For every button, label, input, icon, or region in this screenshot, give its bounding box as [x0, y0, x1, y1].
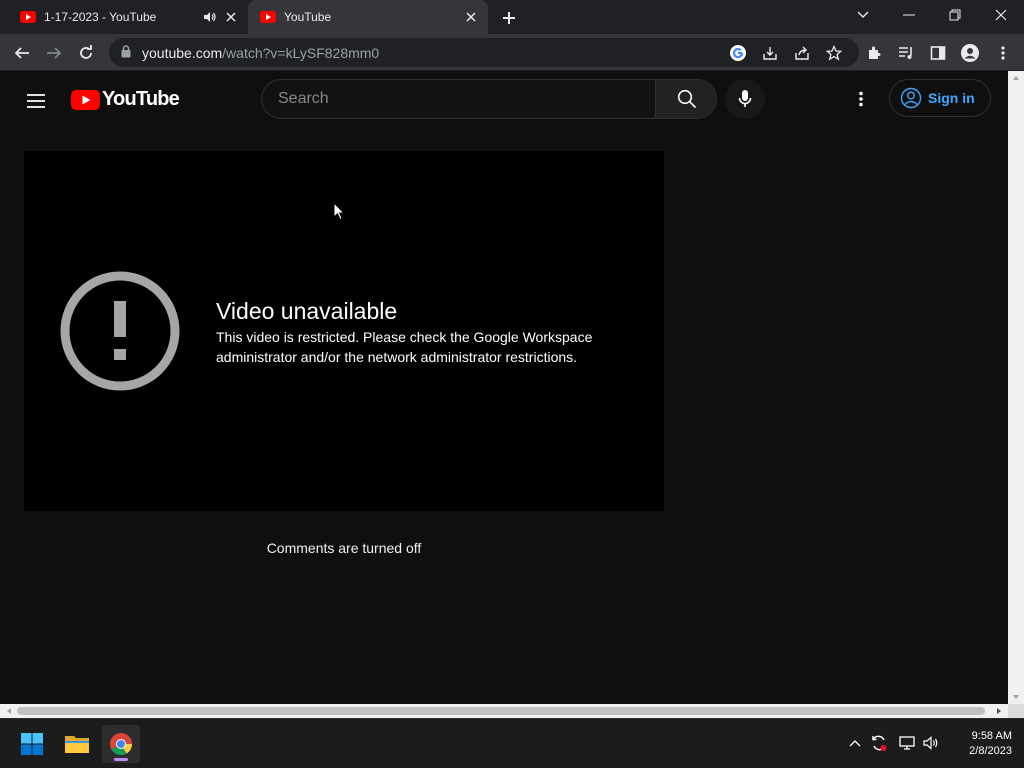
browser-toolbar: youtube.com/watch?v=kLySF828mm0	[0, 34, 1024, 71]
show-hidden-icons-icon[interactable]	[844, 732, 866, 754]
extensions-icon[interactable]	[861, 40, 887, 66]
voice-search-button[interactable]	[725, 79, 765, 119]
tab-strip: 1-17-2023 - YouTube YouTube	[0, 0, 1024, 34]
tab-title: 1-17-2023 - YouTube	[44, 10, 157, 24]
clock-date: 2/8/2023	[969, 745, 1012, 757]
sign-in-label: Sign in	[928, 90, 975, 106]
chrome-menu-icon[interactable]	[990, 40, 1016, 66]
close-window-icon[interactable]	[978, 0, 1024, 30]
active-app-indicator	[114, 758, 128, 761]
chrome-icon[interactable]	[102, 725, 140, 763]
horizontal-scroll-thumb[interactable]	[17, 707, 985, 715]
close-tab-icon[interactable]	[462, 8, 480, 26]
sync-icon[interactable]	[868, 732, 890, 754]
scroll-right-icon[interactable]	[992, 704, 1006, 718]
microphone-icon	[738, 90, 752, 107]
scrollbar-corner	[1008, 704, 1024, 718]
error-title: Video unavailable	[216, 298, 398, 324]
back-icon[interactable]	[9, 40, 35, 66]
media-controls-icon[interactable]	[893, 40, 919, 66]
error-message: This video is restricted. Please check t…	[216, 329, 593, 365]
profile-icon[interactable]	[957, 40, 983, 66]
windows-taskbar: 9:58 AM 2/8/2023	[0, 718, 1024, 768]
install-app-icon[interactable]	[759, 42, 781, 64]
sign-in-button[interactable]: Sign in	[889, 79, 991, 117]
scroll-left-icon[interactable]	[2, 704, 16, 718]
start-icon[interactable]	[13, 725, 51, 763]
error-exclamation-icon	[60, 271, 180, 391]
network-icon[interactable]	[896, 732, 918, 754]
guide-menu-icon[interactable]	[24, 89, 48, 113]
scroll-up-icon[interactable]	[1008, 71, 1024, 85]
system-clock[interactable]: 9:58 AM 2/8/2023	[942, 729, 1012, 759]
vertical-scrollbar[interactable]	[1008, 71, 1024, 704]
minimize-icon[interactable]	[886, 0, 932, 30]
reload-icon[interactable]	[73, 40, 99, 66]
tab-2[interactable]: YouTube	[248, 0, 488, 34]
speaker-icon[interactable]	[202, 9, 218, 25]
search-box[interactable]	[261, 79, 717, 119]
clock-time: 9:58 AM	[971, 730, 1012, 742]
share-icon[interactable]	[791, 42, 813, 64]
side-panel-icon[interactable]	[925, 40, 951, 66]
new-tab-icon[interactable]	[498, 7, 520, 29]
settings-menu-icon[interactable]	[849, 87, 873, 111]
youtube-logo-icon	[71, 89, 100, 110]
url-path: /watch?v=kLySF828mm0	[222, 45, 380, 61]
close-tab-icon[interactable]	[222, 8, 240, 26]
forward-icon[interactable]	[41, 40, 67, 66]
horizontal-scrollbar[interactable]	[0, 704, 1008, 718]
bookmark-star-icon[interactable]	[823, 42, 845, 64]
google-lens-icon[interactable]	[727, 42, 749, 64]
account-circle-icon	[900, 87, 922, 109]
search-icon	[677, 89, 696, 109]
restore-icon[interactable]	[932, 0, 978, 30]
comments-status: Comments are turned off	[266, 540, 422, 556]
mouse-cursor-icon	[333, 202, 345, 221]
search-button[interactable]	[655, 80, 716, 118]
youtube-favicon-icon	[260, 9, 276, 25]
youtube-page: YouTube Sign in Video unavailable This v…	[0, 71, 1008, 704]
tab-title: YouTube	[284, 10, 332, 24]
tab-search-icon[interactable]	[840, 0, 886, 30]
volume-icon[interactable]	[920, 732, 942, 754]
address-bar[interactable]: youtube.com/watch?v=kLySF828mm0	[109, 38, 859, 67]
tab-1[interactable]: 1-17-2023 - YouTube	[8, 0, 248, 34]
scroll-down-icon[interactable]	[1008, 690, 1024, 704]
url-text[interactable]: youtube.com/watch?v=kLySF828mm0	[142, 45, 379, 61]
youtube-logo-text: YouTube	[102, 88, 180, 110]
lock-icon[interactable]	[121, 45, 131, 58]
url-host: youtube.com	[142, 45, 223, 61]
youtube-favicon-icon	[20, 9, 36, 25]
youtube-logo[interactable]: YouTube	[71, 88, 180, 111]
search-input[interactable]	[262, 80, 655, 118]
file-explorer-icon[interactable]	[58, 725, 96, 763]
